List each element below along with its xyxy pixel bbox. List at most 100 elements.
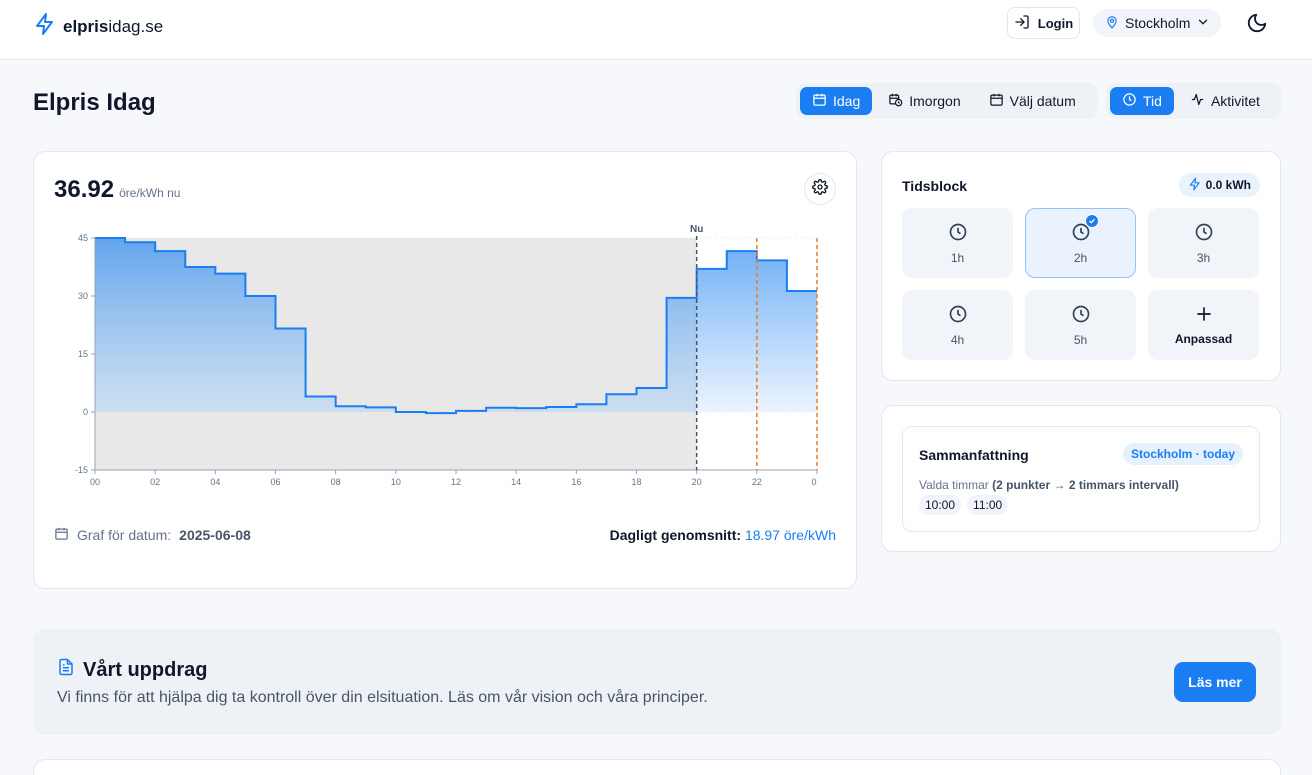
brand-logo[interactable]: elprisidag.se <box>33 12 163 41</box>
plus-icon <box>1195 305 1213 326</box>
tab-label: Idag <box>833 93 861 109</box>
summary-card: Sammanfattning Stockholm · today Valda t… <box>881 405 1281 552</box>
clock-icon <box>1194 222 1214 245</box>
tidsblock-title: Tidsblock <box>902 178 968 194</box>
x-tick-label: 20 <box>692 477 702 487</box>
tidsblock-card: Tidsblock 0.0 kWh 1h 2h 3h 4h 5h Anpassa… <box>881 151 1281 381</box>
current-price-unit: öre/kWh nu <box>119 186 181 200</box>
moon-icon[interactable] <box>1246 12 1268 34</box>
chart-date-value: 2025-06-08 <box>179 527 251 543</box>
date-tabs: Idag Imorgon Välj datum <box>796 83 1098 119</box>
x-tick-label: 14 <box>511 477 521 487</box>
x-tick-label: 00 <box>90 477 100 487</box>
calendar-icon <box>54 526 69 544</box>
gear-icon <box>812 178 828 200</box>
tile-2h[interactable]: 2h <box>1025 208 1136 278</box>
mission-title-text: Vårt uppdrag <box>83 658 208 681</box>
calendar-clock-icon <box>888 92 903 110</box>
tile-label: 2h <box>1073 250 1088 265</box>
tab-label: Aktivitet <box>1210 93 1260 109</box>
next-section-card <box>33 759 1281 775</box>
tile-4h[interactable]: 4h <box>902 290 1013 360</box>
x-tick-label: 16 <box>571 477 581 487</box>
tab-valj-datum[interactable]: Välj datum <box>977 87 1088 115</box>
x-tick-label: 0 <box>811 477 816 487</box>
map-pin-icon <box>1105 15 1119 32</box>
chart-date-label: Graf för datum: <box>77 527 172 543</box>
clock-icon <box>1071 304 1091 327</box>
tile-label: 5h <box>1073 332 1088 347</box>
summary-sub-detail: (2 punkter → 2 timmars intervall) <box>992 478 1179 492</box>
tile-label: 4h <box>950 332 965 347</box>
mission-text: Vi finns för att hjälpa dig ta kontroll … <box>57 689 708 706</box>
chevron-down-icon <box>1196 15 1210 32</box>
tab-label: Imorgon <box>909 93 961 109</box>
lightning-icon <box>1188 177 1202 194</box>
lightning-icon <box>33 12 57 41</box>
y-tick-label: 30 <box>78 291 88 301</box>
tab-label: Tid <box>1143 93 1162 109</box>
tile-3h[interactable]: 3h <box>1148 208 1259 278</box>
kwh-badge: 0.0 kWh <box>1178 173 1260 197</box>
tab-tid[interactable]: Tid <box>1110 87 1174 115</box>
mission-title: Vårt uppdrag <box>57 657 207 683</box>
tile-5h[interactable]: 5h <box>1025 290 1136 360</box>
location-label: Stockholm <box>1125 15 1191 31</box>
y-tick-label: -15 <box>75 465 88 475</box>
location-select[interactable]: Stockholm <box>1093 9 1221 37</box>
activity-icon <box>1190 92 1205 110</box>
tile-label: 1h <box>950 250 965 265</box>
login-icon <box>1014 14 1030 33</box>
daily-average-label: Dagligt genomsnitt: <box>609 527 742 543</box>
x-tick-label: 12 <box>451 477 461 487</box>
y-tick-label: 0 <box>83 407 88 417</box>
x-tick-label: 08 <box>331 477 341 487</box>
clock-icon <box>948 304 968 327</box>
hour-chip: 11:00 <box>967 495 1009 515</box>
document-icon <box>57 657 75 683</box>
chart-settings-button[interactable] <box>804 173 836 205</box>
login-label: Login <box>1037 15 1074 31</box>
x-tick-label: 18 <box>631 477 641 487</box>
kwh-value: 0.0 kWh <box>1205 178 1251 192</box>
tab-label: Välj datum <box>1009 93 1076 109</box>
calendar-icon <box>812 92 827 110</box>
tab-idag[interactable]: Idag <box>800 87 873 115</box>
summary-location-badge: Stockholm · today <box>1122 443 1243 465</box>
current-price: 36.92 öre/kWh nu <box>54 176 180 204</box>
x-tick-label: 02 <box>150 477 160 487</box>
login-button[interactable]: Login <box>1007 7 1080 39</box>
chart-date: Graf för datum: 2025-06-08 <box>54 526 251 544</box>
clock-icon <box>948 222 968 245</box>
price-chart-card: 36.92 öre/kWh nu 45 30 15 0 -15 00 02 04 06 08 10 1… <box>33 151 857 589</box>
calendar-icon <box>989 92 1004 110</box>
mode-tabs: Tid Aktivitet <box>1106 83 1281 119</box>
now-label: Nu <box>690 224 703 235</box>
daily-average: Dagligt genomsnitt: 18.97 öre/kWh <box>610 527 836 543</box>
tile-label: 3h <box>1196 250 1211 265</box>
x-tick-label: 04 <box>210 477 220 487</box>
y-tick-label: 15 <box>78 349 88 359</box>
x-tick-label: 10 <box>391 477 401 487</box>
hour-chip: 10:00 <box>919 495 962 515</box>
check-icon <box>1085 214 1099 228</box>
tab-imorgon[interactable]: Imorgon <box>876 87 972 115</box>
top-bar: elprisidag.se Login Stockholm <box>0 0 1312 60</box>
x-tick-label: 22 <box>752 477 762 487</box>
selected-hours: 10:00 11:00 <box>919 495 1009 515</box>
tab-aktivitet[interactable]: Aktivitet <box>1178 87 1272 115</box>
summary-panel: Sammanfattning Stockholm · today Valda t… <box>902 426 1260 532</box>
summary-subtitle: Valda timmar (2 punkter → 2 timmars inte… <box>919 478 1179 492</box>
price-chart[interactable]: 45 30 15 0 -1500 02 04 06 08 10 12 14 16 18 20 22 0 Nu <box>44 212 844 492</box>
read-more-button[interactable]: Läs mer <box>1174 662 1256 702</box>
x-tick-label: 06 <box>270 477 280 487</box>
clock-icon <box>1122 92 1137 110</box>
tile-1h[interactable]: 1h <box>902 208 1013 278</box>
tile-anpassad[interactable]: Anpassad <box>1148 290 1259 360</box>
brand-name: elprisidag.se <box>63 16 164 36</box>
page-title: Elpris Idag <box>33 89 156 116</box>
summary-title: Sammanfattning <box>919 447 1029 463</box>
mission-banner: Vårt uppdrag Vi finns för att hjälpa dig… <box>33 629 1281 735</box>
y-tick-label: 45 <box>78 233 88 243</box>
summary-sub-prefix: Valda timmar <box>919 478 989 492</box>
